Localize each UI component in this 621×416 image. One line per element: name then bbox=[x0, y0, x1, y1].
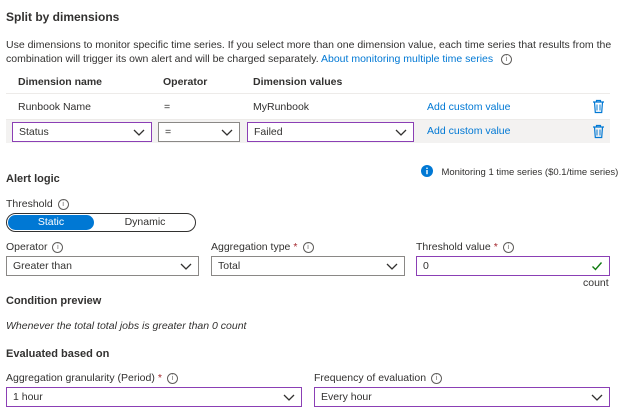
about-monitoring-link[interactable]: About monitoring multiple time series bbox=[321, 53, 493, 65]
threshold-value-text: 0 bbox=[423, 260, 429, 272]
chevron-down-icon bbox=[386, 263, 398, 270]
operator-dropdown[interactable]: Greater than bbox=[6, 256, 199, 276]
aggregation-label-text: Aggregation type bbox=[211, 241, 291, 253]
trash-icon[interactable] bbox=[592, 99, 605, 114]
threshold-label: Threshold i bbox=[6, 198, 69, 210]
alert-logic-title: Alert logic bbox=[6, 173, 60, 185]
required-marker: * bbox=[293, 241, 298, 253]
info-icon[interactable]: i bbox=[52, 242, 64, 253]
frequency-dropdown[interactable]: Every hour bbox=[314, 387, 610, 407]
split-description-text: combination will trigger its own alert a… bbox=[6, 53, 319, 65]
threshold-unit: count bbox=[583, 277, 609, 289]
threshold-toggle[interactable]: Static Dynamic bbox=[6, 213, 196, 232]
threshold-value-input[interactable]: 0 bbox=[416, 256, 610, 276]
split-description-line2: combination will trigger its own alert a… bbox=[6, 53, 513, 65]
info-filled-icon bbox=[421, 165, 433, 177]
static-label: Static bbox=[37, 216, 65, 228]
granularity-dropdown-value: 1 hour bbox=[13, 391, 43, 403]
add-custom-value-link[interactable]: Add custom value bbox=[427, 101, 510, 113]
threshold-value-label: Threshold value * i bbox=[416, 241, 514, 253]
required-marker: * bbox=[493, 241, 498, 253]
monitoring-note: Monitoring 1 time series ($0.1/time seri… bbox=[421, 162, 618, 180]
split-description-line1: Use dimensions to monitor specific time … bbox=[6, 39, 612, 51]
row-dimension-name: Runbook Name bbox=[18, 101, 91, 113]
info-icon[interactable]: i bbox=[502, 242, 514, 253]
frequency-label-text: Frequency of evaluation bbox=[314, 372, 427, 384]
operator-label: Operator i bbox=[6, 241, 64, 253]
row-operator: = bbox=[164, 101, 171, 113]
info-icon[interactable]: i bbox=[57, 199, 69, 210]
header-dimension-values: Dimension values bbox=[253, 76, 343, 88]
chevron-down-icon bbox=[283, 394, 295, 401]
threshold-value-label-text: Threshold value bbox=[416, 241, 491, 253]
table-row: Runbook Name = MyRunbook Add custom valu… bbox=[6, 94, 610, 119]
granularity-label: Aggregation granularity (Period) * i bbox=[6, 372, 178, 384]
frequency-label: Frequency of evaluation i bbox=[314, 372, 443, 384]
header-operator: Operator bbox=[163, 76, 208, 88]
aggregation-label: Aggregation type * i bbox=[211, 241, 314, 253]
info-icon[interactable]: i bbox=[302, 242, 314, 253]
chevron-down-icon bbox=[221, 129, 233, 136]
operator-select[interactable]: = bbox=[158, 122, 240, 142]
condition-preview-title: Condition preview bbox=[6, 295, 102, 307]
chevron-down-icon bbox=[395, 129, 407, 136]
operator-value: = bbox=[165, 126, 172, 138]
chevron-down-icon bbox=[591, 394, 603, 401]
dynamic-label: Dynamic bbox=[124, 216, 166, 228]
add-custom-value-link[interactable]: Add custom value bbox=[427, 125, 510, 137]
monitoring-note-text: Monitoring 1 time series ($0.1/time seri… bbox=[441, 167, 619, 178]
info-icon[interactable]: i bbox=[431, 373, 443, 384]
threshold-option-static[interactable]: Static bbox=[8, 215, 94, 230]
trash-icon[interactable] bbox=[592, 124, 605, 139]
granularity-dropdown[interactable]: 1 hour bbox=[6, 387, 302, 407]
info-icon[interactable]: i bbox=[501, 54, 513, 65]
operator-dropdown-value: Greater than bbox=[13, 260, 72, 272]
condition-preview-text: Whenever the total total jobs is greater… bbox=[6, 320, 247, 332]
checkmark-icon bbox=[592, 262, 603, 271]
chevron-down-icon bbox=[133, 129, 145, 136]
threshold-label-text: Threshold bbox=[6, 198, 53, 210]
frequency-dropdown-value: Every hour bbox=[321, 391, 372, 403]
split-section-title: Split by dimensions bbox=[6, 10, 120, 24]
threshold-option-dynamic[interactable]: Dynamic bbox=[103, 215, 187, 230]
evaluated-title: Evaluated based on bbox=[6, 348, 110, 360]
row-dimension-value: MyRunbook bbox=[253, 101, 310, 113]
required-marker: * bbox=[157, 372, 162, 384]
dimension-values-select[interactable]: Failed bbox=[247, 122, 414, 142]
operator-label-text: Operator bbox=[6, 241, 48, 253]
granularity-label-text: Aggregation granularity (Period) bbox=[6, 372, 155, 384]
dimension-name-select[interactable]: Status bbox=[12, 122, 152, 142]
dimension-values-value: Failed bbox=[254, 126, 283, 138]
header-dimension-name: Dimension name bbox=[18, 76, 103, 88]
table-row: Status = Failed Add custom value bbox=[6, 120, 610, 143]
chevron-down-icon bbox=[180, 263, 192, 270]
dimension-name-value: Status bbox=[19, 126, 49, 138]
info-icon[interactable]: i bbox=[166, 373, 178, 384]
aggregation-dropdown-value: Total bbox=[218, 260, 241, 272]
aggregation-dropdown[interactable]: Total bbox=[211, 256, 405, 276]
